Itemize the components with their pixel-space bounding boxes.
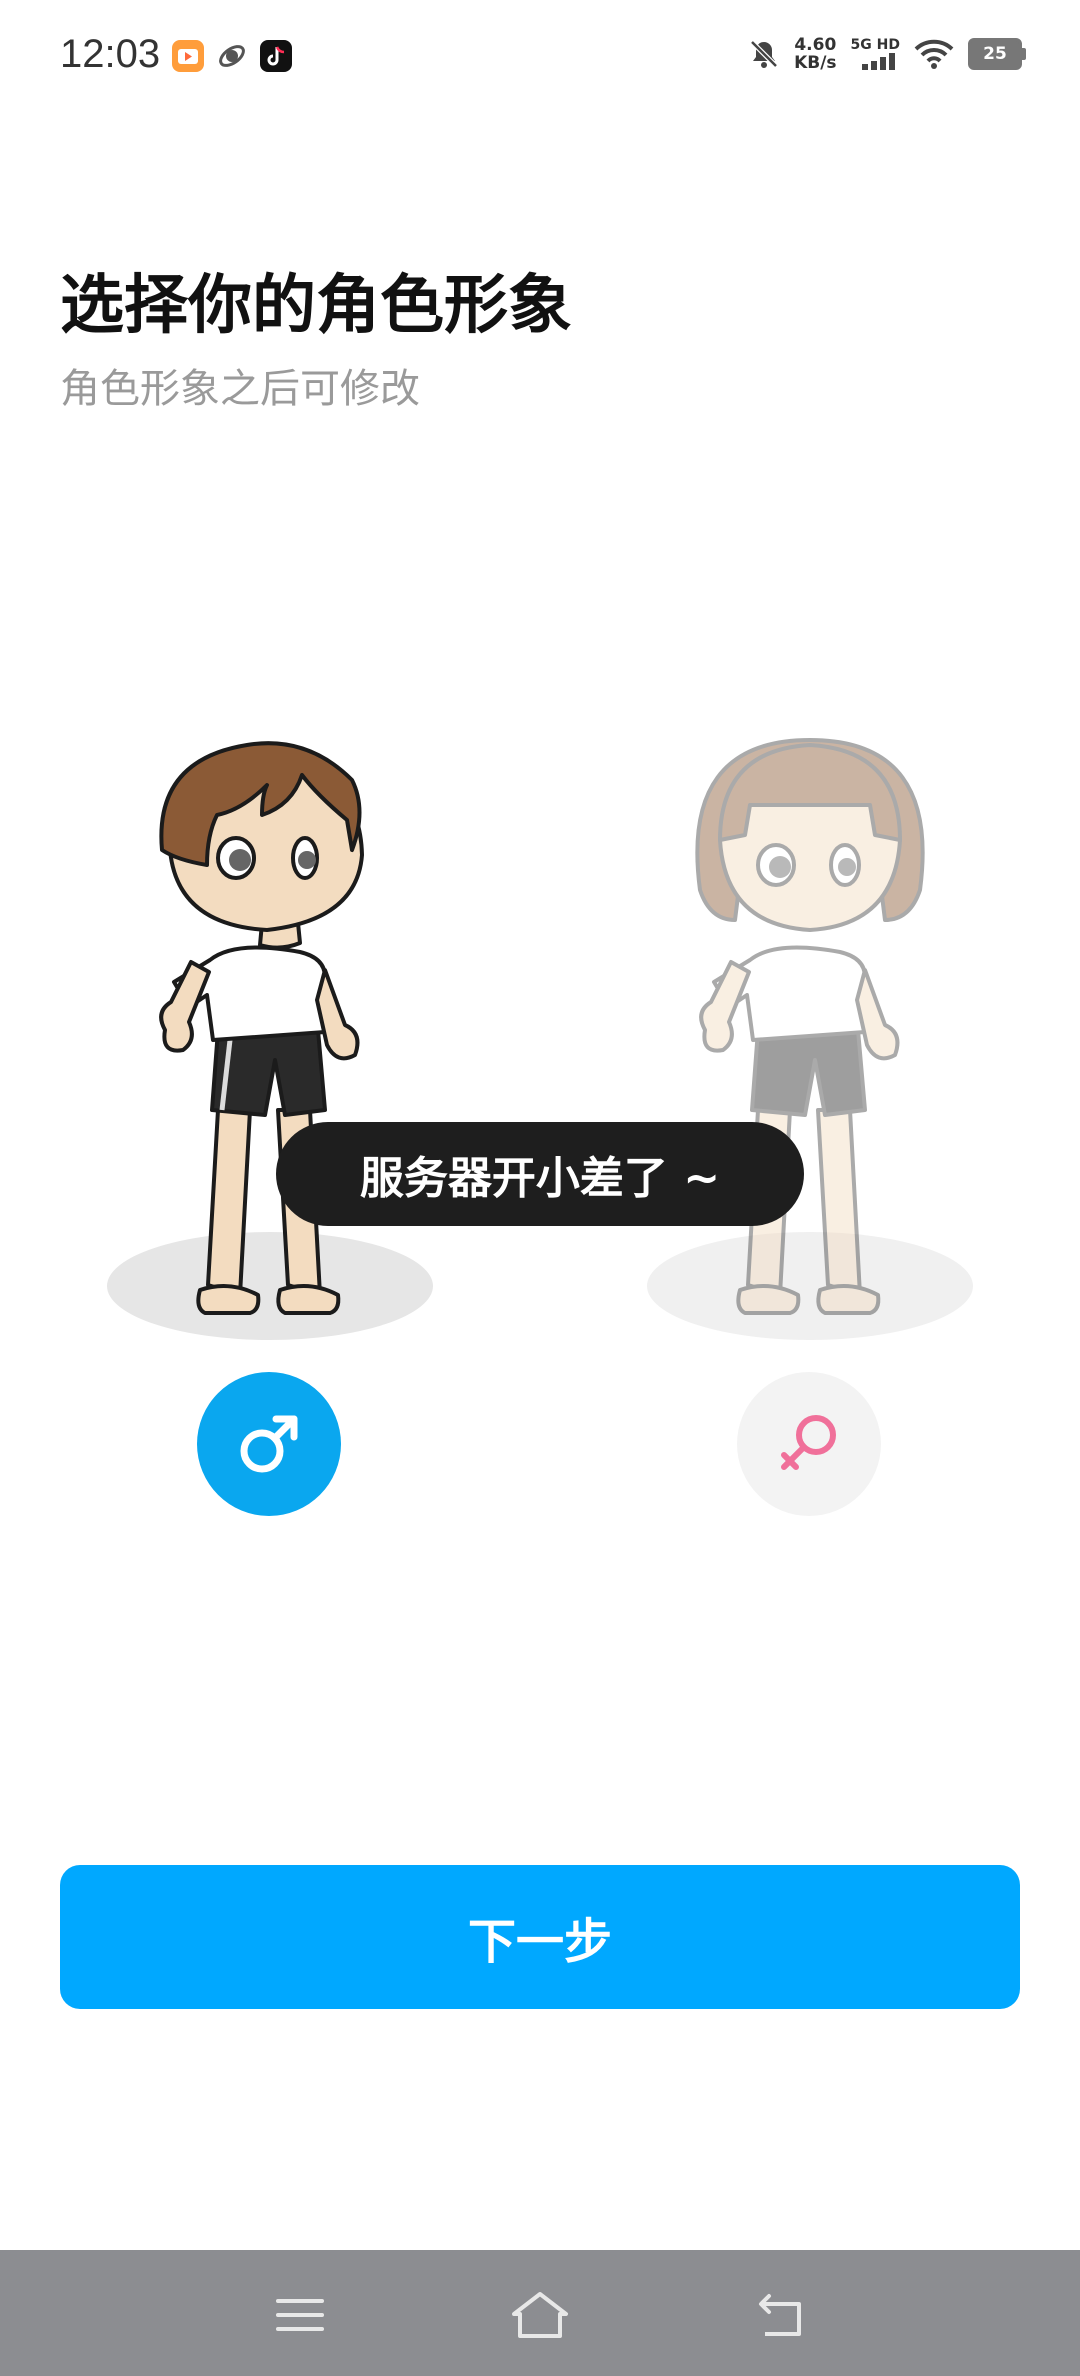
planet-app-icon [216,40,248,72]
menu-icon [276,2299,324,2331]
wifi-icon [914,39,954,69]
back-button[interactable] [750,2290,810,2340]
error-toast: 服务器开小差了 ~ [276,1122,804,1226]
female-gender-button[interactable] [737,1372,881,1516]
toast-message: 服务器开小差了 ~ [359,1153,721,1204]
cellular-signal: 5G HD [851,38,900,70]
male-character[interactable] [100,730,440,1350]
mute-bell-icon [750,40,778,68]
status-time: 12:03 [60,32,161,76]
battery-level: 25 [983,44,1007,64]
network-type-label: 5G HD [850,37,900,53]
system-navigation-bar [0,2250,1080,2376]
next-step-button[interactable]: 下一步 [60,1865,1020,2009]
network-speed: 4.60 KB/s [794,36,836,72]
next-step-label: 下一步 [467,1914,612,1970]
network-speed-unit: KB/s [794,53,837,73]
back-icon [759,2294,801,2336]
battery-indicator: 25 [968,38,1026,70]
home-icon [512,2292,568,2338]
female-character[interactable] [640,730,980,1350]
signal-bars-icon [862,53,895,70]
menu-button[interactable] [270,2290,330,2340]
network-speed-value: 4.60 [794,35,837,55]
home-button[interactable] [510,2290,570,2340]
page-subtitle: 角色形象之后可修改 [60,366,420,412]
tiktok-app-icon [260,40,292,72]
video-app-icon [172,40,204,72]
male-gender-button[interactable] [197,1372,341,1516]
female-symbol-icon [781,1415,836,1470]
page-title: 选择你的角色形象 [60,269,572,343]
status-bar: 12:03 4.60 KB/s 5G HD 25 [0,0,1080,118]
status-indicators: 4.60 KB/s 5G HD 25 [748,36,1026,72]
male-symbol-icon [240,1415,298,1473]
